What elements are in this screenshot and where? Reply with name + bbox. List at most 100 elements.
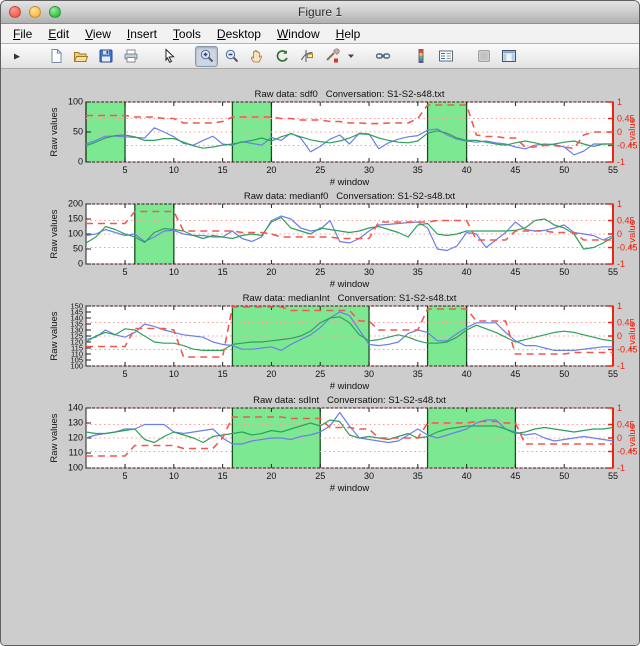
y-tick-label: 200 [68, 199, 83, 209]
link-plot-button[interactable] [371, 46, 394, 67]
subplot-sdf0[interactable]: 51015202530354045505505010010.450-0.45-1… [1, 88, 640, 190]
x-tick-label: 5 [123, 369, 128, 379]
x-tick-label: 5 [123, 471, 128, 481]
colorbar-icon [413, 48, 429, 64]
zoom-in-icon [199, 48, 215, 64]
insert-colorbar-button[interactable] [409, 46, 432, 67]
subplot-sdint[interactable]: 51015202530354045505510011012013014010.4… [1, 394, 640, 496]
x-tick-label: 45 [510, 471, 520, 481]
x-tick-label: 25 [315, 471, 325, 481]
right-tick-label: -1 [617, 259, 625, 269]
brush-data-button[interactable] [320, 46, 343, 67]
x-tick-label: 10 [169, 165, 179, 175]
x-tick-label: 15 [218, 165, 228, 175]
y-axis-label-right: t value [627, 118, 638, 146]
new-figure-button[interactable] [44, 46, 67, 67]
x-tick-label: 10 [169, 267, 179, 277]
x-axis-label: # window [330, 381, 370, 392]
hide-plot-tools-button [472, 46, 495, 67]
right-tick-label: 1 [617, 97, 622, 107]
brush-options[interactable] [345, 46, 356, 67]
print-figure-button[interactable] [119, 46, 142, 67]
x-tick-label: 5 [123, 165, 128, 175]
toolbar [1, 44, 639, 69]
x-tick-label: 20 [266, 471, 276, 481]
x-tick-label: 25 [315, 165, 325, 175]
subplot-medianint[interactable]: 5101520253035404550551001051101151201251… [1, 292, 640, 394]
x-tick-label: 15 [218, 471, 228, 481]
highlight-band [428, 408, 516, 468]
menu-tools[interactable]: Tools [165, 27, 209, 41]
rotate-3d-icon [274, 48, 290, 64]
right-tick-label: 0 [617, 127, 622, 137]
x-tick-label: 15 [218, 267, 228, 277]
y-tick-label: 50 [73, 244, 83, 254]
y-axis-label-right: t value [627, 322, 638, 350]
plot-area[interactable] [86, 408, 613, 468]
save-figure-button[interactable] [94, 46, 117, 67]
x-axis-label: # window [330, 279, 370, 290]
x-tick-label: 35 [413, 369, 423, 379]
x-axis-label: # window [330, 177, 370, 188]
x-tick-label: 30 [364, 471, 374, 481]
y-axis-label-left: Raw values [49, 209, 60, 258]
brush-icon [324, 48, 340, 64]
subplot-title: Raw data: sdf0 Conversation: S1-S2-s48.t… [254, 89, 444, 100]
x-tick-label: 35 [413, 471, 423, 481]
y-tick-label: 150 [68, 214, 83, 224]
right-tick-label: 1 [617, 301, 622, 311]
y-axis-label-left: Raw values [49, 311, 60, 360]
minimize-button[interactable] [29, 6, 41, 18]
y-tick-label: 0 [78, 157, 83, 167]
open-file-button[interactable] [69, 46, 92, 67]
toolbar-anchor-icon [10, 48, 26, 64]
x-tick-label: 5 [123, 267, 128, 277]
menu-insert[interactable]: Insert [119, 27, 165, 41]
title-bar[interactable]: Figure 1 [1, 1, 639, 24]
data-cursor-icon [299, 48, 315, 64]
x-tick-label: 35 [413, 165, 423, 175]
x-tick-label: 20 [266, 267, 276, 277]
zoom-button[interactable] [49, 6, 61, 18]
x-tick-label: 10 [169, 471, 179, 481]
x-tick-label: 40 [462, 369, 472, 379]
menu-window[interactable]: Window [269, 27, 328, 41]
pointer-arrow-icon [161, 48, 177, 64]
y-tick-label: 110 [69, 448, 83, 458]
menu-bar: FileEditViewInsertToolsDesktopWindowHelp [1, 24, 639, 44]
right-tick-label: 1 [617, 199, 622, 209]
rotate-3d-button[interactable] [270, 46, 293, 67]
x-tick-label: 40 [462, 267, 472, 277]
figure-window: Figure 1 FileEditViewInsertToolsDesktopW… [0, 0, 640, 646]
y-tick-label: 140 [68, 403, 83, 413]
menu-edit[interactable]: Edit [40, 27, 77, 41]
zoom-in-button[interactable] [195, 46, 218, 67]
menu-help[interactable]: Help [328, 27, 369, 41]
menu-view[interactable]: View [77, 27, 119, 41]
show-plot-tools-button[interactable] [497, 46, 520, 67]
y-tick-label: 130 [68, 418, 83, 428]
right-tick-label: 0 [617, 331, 622, 341]
x-tick-label: 40 [462, 471, 472, 481]
show-plot-tools-icon [501, 48, 517, 64]
y-tick-label: 120 [68, 433, 83, 443]
highlight-band [232, 102, 271, 162]
menu-desktop[interactable]: Desktop [209, 27, 269, 41]
edit-plot-button[interactable] [157, 46, 180, 67]
data-cursor-button[interactable] [295, 46, 318, 67]
x-tick-label: 45 [510, 369, 520, 379]
zoom-out-button[interactable] [220, 46, 243, 67]
x-tick-label: 35 [413, 267, 423, 277]
y-axis-label-right: t value [627, 424, 638, 452]
close-button[interactable] [9, 6, 21, 18]
pan-button[interactable] [245, 46, 268, 67]
menu-file[interactable]: File [5, 27, 40, 41]
right-tick-label: 1 [617, 403, 622, 413]
subplot-medianf0[interactable]: 51015202530354045505505010015020010.450-… [1, 190, 640, 292]
x-tick-label: 25 [315, 267, 325, 277]
insert-legend-button[interactable] [434, 46, 457, 67]
figure-canvas: 51015202530354045505505010010.450-0.45-1… [1, 69, 639, 646]
x-tick-label: 40 [462, 165, 472, 175]
y-tick-label: 100 [68, 229, 83, 239]
toolbar-anchor-button[interactable] [6, 46, 29, 67]
